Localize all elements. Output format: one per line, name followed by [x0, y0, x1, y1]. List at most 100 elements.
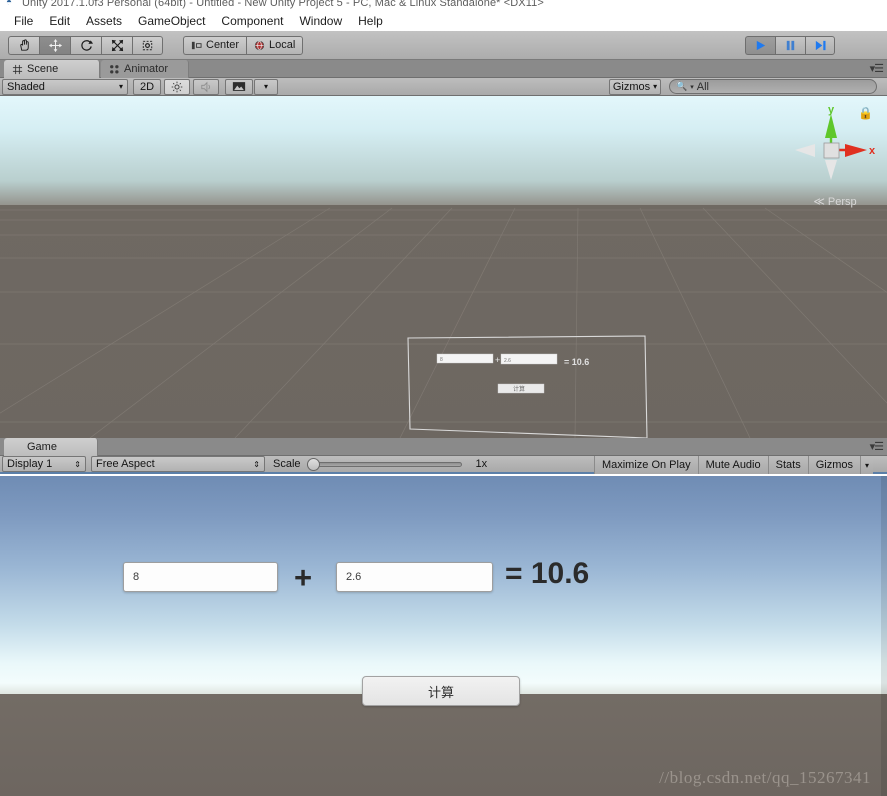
search-dropdown-icon[interactable]: ▾	[690, 83, 694, 91]
calculate-button-label: 计算	[427, 684, 454, 700]
menu-item-assets[interactable]: Assets	[78, 12, 130, 30]
title-bar: ◓ Unity 2017.1.0f3 Personal (64bit) - Un…	[0, 0, 887, 11]
input-field-a[interactable]: 8	[123, 562, 278, 592]
scene-field-a: 8	[440, 357, 443, 363]
menu-item-component[interactable]: Component	[213, 12, 291, 30]
menu-item-edit[interactable]: Edit	[41, 12, 78, 30]
scale-label: Scale	[273, 458, 301, 470]
speaker-icon	[200, 81, 210, 92]
center-pivot-icon	[191, 41, 202, 49]
aspect-dropdown[interactable]: Free Aspect ⇕	[91, 456, 265, 472]
chevron-down-icon: ▾	[653, 82, 658, 91]
tab-game-label: Game	[27, 441, 57, 453]
mute-audio-button[interactable]: Mute Audio	[697, 456, 768, 474]
rect-tool-button[interactable]	[132, 35, 163, 55]
main-toolbar: Center Local	[0, 31, 887, 60]
aspect-label: Free Aspect	[96, 458, 155, 470]
scale-value: 1x	[475, 458, 488, 470]
display-dropdown[interactable]: Display 1 ⇕	[2, 456, 86, 472]
game-icon	[12, 442, 18, 452]
game-tabstrip: Game ▾☰	[0, 438, 887, 456]
gizmo-projection-label[interactable]: ≪ Persp	[791, 195, 879, 208]
hand-tool-button[interactable]	[8, 35, 39, 55]
pivot-rotation-button[interactable]: Local	[246, 35, 304, 55]
chevron-down-icon: ▾	[118, 82, 123, 91]
chevron-left-icon: ≪	[813, 196, 825, 208]
scene-field-b: 2.6	[504, 358, 511, 364]
step-button[interactable]	[805, 36, 835, 55]
toggle-2d-label: 2D	[139, 80, 155, 93]
menu-item-help[interactable]: Help	[350, 12, 391, 30]
move-tool-button[interactable]	[39, 35, 70, 55]
hand-icon	[19, 38, 29, 51]
tab-scene-label: Scene	[27, 63, 59, 75]
draw-mode-dropdown[interactable]: Shaded ▾	[2, 78, 128, 95]
tab-animator[interactable]: Animator	[101, 60, 189, 78]
game-gizmos-button[interactable]: Gizmos	[807, 456, 860, 474]
pivot-mode-label: Center	[206, 39, 240, 51]
playback-controls	[745, 36, 835, 55]
effects-toggle-button[interactable]	[225, 78, 253, 95]
rotate-icon	[80, 39, 93, 51]
lighting-toggle-button[interactable]	[164, 78, 190, 95]
stats-button[interactable]: Stats	[767, 456, 808, 474]
game-scrollbar[interactable]	[881, 476, 887, 796]
scale-slider-knob[interactable]	[306, 457, 320, 471]
scene-search-field[interactable]: 🔍 ▾ All	[669, 79, 877, 94]
scale-tool-button[interactable]	[101, 35, 132, 55]
gizmo-x-label: x	[869, 145, 876, 157]
scene-button-label: 计算	[513, 385, 525, 393]
maximize-on-play-button[interactable]: Maximize On Play	[593, 456, 698, 474]
input-field-b[interactable]: 2.6	[336, 562, 493, 592]
menu-item-window[interactable]: Window	[291, 12, 350, 30]
display-label: Display 1	[7, 458, 53, 470]
menu-item-file[interactable]: File	[6, 12, 41, 30]
play-button[interactable]	[745, 36, 775, 55]
rotate-tool-button[interactable]	[70, 35, 101, 55]
pause-icon	[786, 40, 795, 51]
audio-toggle-button[interactable]	[193, 78, 219, 95]
updown-arrows-icon: ⇕	[74, 459, 81, 469]
draw-mode-label: Shaded	[7, 80, 45, 93]
result-label: = 10.6	[505, 557, 590, 590]
pause-button[interactable]	[775, 36, 805, 55]
tab-scene[interactable]: Scene	[4, 60, 100, 78]
transform-tools-group	[8, 35, 163, 55]
scene-search-value: All	[696, 80, 709, 93]
scene-toolbar: Shaded ▾ 2D ▾ Gizmos ▾ 🔍 ▾ All	[0, 78, 887, 96]
gizmos-dropdown-button[interactable]: Gizmos ▾	[609, 78, 661, 95]
watermark: //blog.csdn.net/qq_15267341	[659, 768, 871, 787]
scene-tabstrip: Scene Animator ▾☰	[0, 60, 887, 78]
calculate-button[interactable]: 计算	[362, 676, 520, 706]
game-ui-overlay: 8 + 2.6 = 10.6 计算	[0, 476, 887, 796]
step-icon	[815, 40, 826, 51]
pivot-mode-button[interactable]: Center	[183, 35, 247, 55]
scene-viewport[interactable]: + = 10.6 计算 8 2.6 🔒 y x ≪ Persp	[0, 96, 887, 438]
window-title: Unity 2017.1.0f3 Personal (64bit) - Unti…	[22, 0, 544, 9]
game-viewport[interactable]: 8 + 2.6 = 10.6 计算 //blog.csdn.net/qq_152…	[0, 476, 887, 796]
search-icon: 🔍	[676, 81, 688, 91]
toggle-2d-button[interactable]: 2D	[133, 78, 161, 95]
scale-slider[interactable]	[306, 457, 462, 471]
image-icon	[232, 82, 246, 91]
scene-orientation-gizmo[interactable]: 🔒 y x ≪ Persp	[783, 104, 879, 214]
effects-dropdown-button[interactable]: ▾	[254, 78, 278, 95]
pivot-rotation-label: Local	[269, 39, 296, 51]
game-panel-menu-button[interactable]: ▾☰	[870, 440, 884, 453]
tab-animator-label: Animator	[124, 63, 169, 75]
scene-icon	[12, 64, 23, 74]
updown-arrows-icon: ⇕	[253, 459, 260, 469]
tab-game[interactable]: Game	[4, 438, 98, 456]
pivot-group: Center Local	[183, 35, 304, 55]
game-gizmos-dropdown-button[interactable]: ▾	[859, 456, 873, 474]
scene-operator: +	[495, 355, 500, 365]
scene-panel-menu-button[interactable]: ▾☰	[870, 62, 884, 75]
scale-icon	[111, 39, 123, 51]
menu-bar: File Edit Assets GameObject Component Wi…	[0, 11, 887, 31]
menu-item-gameobject[interactable]: GameObject	[130, 12, 213, 30]
lock-icon[interactable]: 🔒	[858, 106, 873, 120]
input-field-b-value: 2.6	[346, 571, 362, 583]
input-field-a-value: 8	[133, 571, 140, 583]
scene-canvas-object[interactable]: + = 10.6 计算 8 2.6	[405, 334, 655, 438]
operator-label: +	[294, 560, 313, 595]
